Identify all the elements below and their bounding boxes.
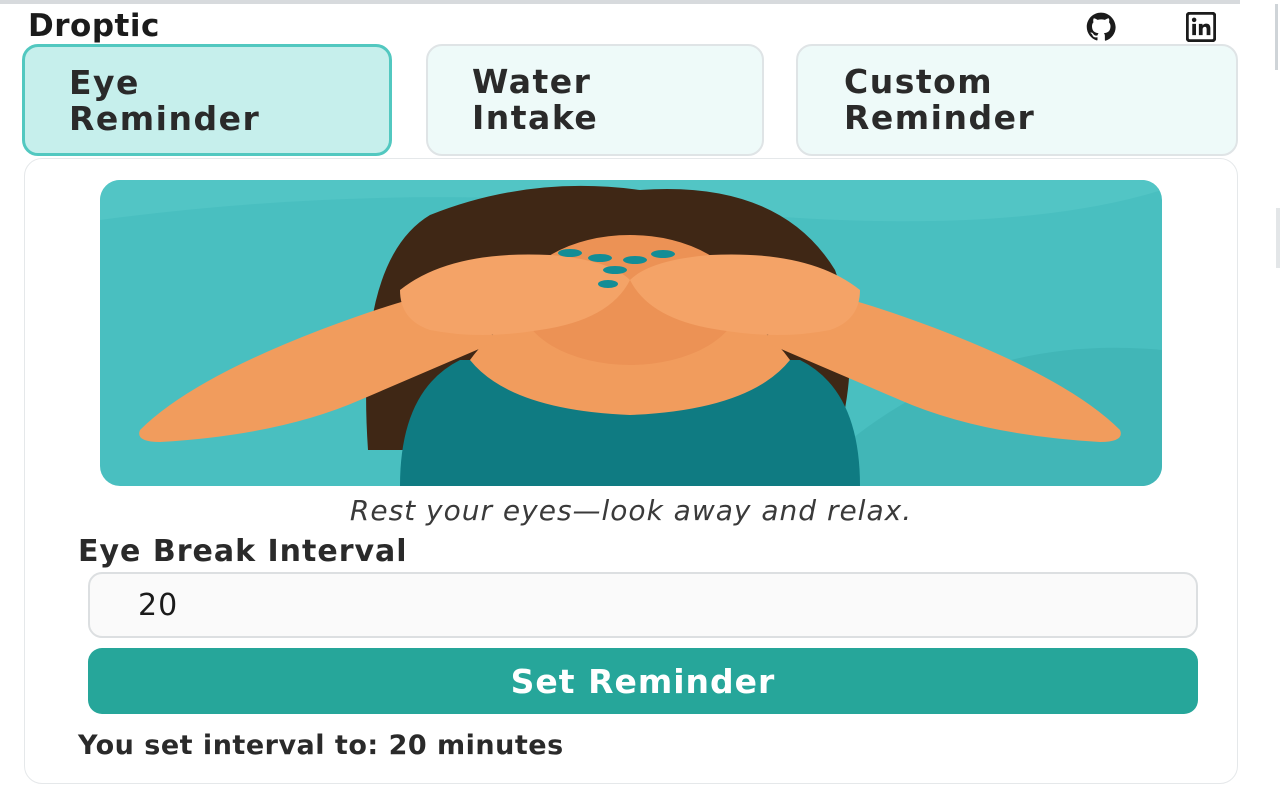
tab-bar: Eye Reminder Water Intake Custom Reminde… <box>22 44 1240 158</box>
status-text: You set interval to: 20 minutes <box>78 730 564 761</box>
scrollbar-mark <box>1276 208 1280 268</box>
app-header: Droptic <box>28 8 1240 44</box>
tab-water-intake[interactable]: Water Intake <box>426 44 764 156</box>
app-title: Droptic <box>28 8 160 44</box>
github-icon[interactable] <box>1086 12 1116 42</box>
eye-rest-illustration <box>100 180 1162 486</box>
illustration-caption: Rest your eyes—look away and relax. <box>349 494 913 527</box>
window-top-border <box>0 0 1280 4</box>
tab-custom-reminder[interactable]: Custom Reminder <box>796 44 1238 156</box>
set-reminder-button[interactable]: Set Reminder <box>88 648 1198 714</box>
tab-eye-reminder[interactable]: Eye Reminder <box>22 44 392 156</box>
scrollbar-track[interactable] <box>1275 4 1278 70</box>
interval-input[interactable] <box>88 572 1198 638</box>
linkedin-icon[interactable] <box>1185 11 1217 43</box>
interval-label: Eye Break Interval <box>78 534 408 569</box>
right-edge-area <box>1240 0 1280 800</box>
